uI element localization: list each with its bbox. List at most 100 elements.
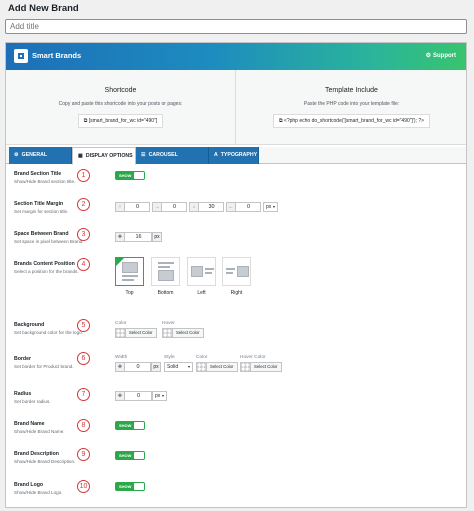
brand-description-row: Brand Description Show/Hide Brand Descri… [6, 448, 466, 468]
grid-icon: ▦ [78, 153, 83, 159]
position-label: Left [197, 290, 206, 296]
field-desc: Set space in pixel between Brand. [14, 239, 84, 244]
marker-6: 6 [77, 352, 90, 365]
margin-bottom-input[interactable]: ↓ 30 [189, 202, 224, 212]
image-icon [122, 262, 138, 273]
chevron-down-icon: ▾ [272, 204, 275, 209]
image-icon [191, 266, 203, 277]
chevron-down-icon: ▾ [161, 393, 164, 398]
title-input[interactable] [5, 19, 467, 34]
support-label: Support [433, 53, 456, 59]
border-width-unit: px [151, 362, 161, 372]
margin-top-input[interactable]: ↑ 0 [115, 202, 150, 212]
color-label: Color [115, 321, 127, 326]
margin-unit-select[interactable]: px ▾ [263, 202, 278, 212]
field-desc: Set border radius. [14, 399, 51, 404]
swatch [197, 363, 207, 371]
shortcode-code[interactable]: ⧉ [smart_brand_for_wc id="490"] [77, 114, 164, 128]
field-desc: Show/Hide Brand Name. [14, 429, 65, 434]
header-banner: Smart Brands ⚙ Support [6, 43, 466, 70]
brand-logo-toggle[interactable]: SHOW [115, 482, 145, 491]
text-line-icon [158, 266, 170, 268]
hover-color-label: Hover Color [240, 355, 266, 360]
template-include-desc: Paste the PHP code into your template fi… [303, 101, 400, 107]
position-label: Top [125, 290, 134, 296]
unit-value: px [266, 204, 272, 210]
toggle-knob [134, 422, 144, 429]
arrow-left-icon: ← [227, 203, 236, 211]
position-bottom-option[interactable] [151, 257, 180, 286]
brand-name-toggle[interactable]: SHOW [115, 421, 145, 430]
marker-5: 5 [77, 319, 90, 332]
space-between-input[interactable]: ✥ 16 [115, 232, 152, 242]
tab-label: TYPOGRAPHY [220, 152, 258, 158]
template-include-section: Template Include Paste the PHP code into… [237, 70, 466, 145]
background-hover-color-button[interactable]: Select Color [162, 328, 204, 338]
position-right-option[interactable] [222, 257, 251, 286]
value: 16 [135, 234, 142, 240]
toggle-text: SHOW [119, 423, 132, 428]
style-label: Style [164, 355, 175, 360]
border-width-input[interactable]: ✥ 0 [115, 362, 151, 372]
template-include-code[interactable]: ⧉ <?php echo do_shortcode('[smart_brand_… [272, 114, 431, 128]
border-row: Border Set border for Product brand. 6 W… [6, 351, 466, 375]
position-label: Right [230, 290, 243, 296]
tab-carousel-controls[interactable]: ☰ CAROUSEL CONTROLS [136, 147, 209, 175]
gear-icon: ⚙ [425, 53, 431, 59]
marker-9: 9 [77, 448, 90, 461]
field-desc: Show/Hide Brand Logo. [14, 490, 63, 495]
field-label: Brand Description [14, 451, 59, 457]
marker-2: 2 [77, 198, 90, 211]
brands-content-position-row: Brands Content Position Select a positio… [6, 257, 466, 309]
field-label: Brand Logo [14, 482, 44, 488]
marker-4: 4 [77, 258, 90, 271]
shortcode-desc: Copy and paste this shortcode into your … [58, 101, 183, 107]
image-icon [158, 270, 174, 281]
value: 0 [136, 393, 141, 399]
radius-unit-select[interactable]: px ▾ [152, 391, 167, 401]
copy-icon: ⧉ [83, 118, 88, 124]
toggle-text: SHOW [119, 484, 132, 489]
gear-icon: ⚙ [14, 152, 19, 158]
field-label: Radius [14, 391, 32, 397]
border-hover-color-button[interactable]: Select Color [240, 362, 282, 372]
tab-display-options[interactable]: ▦ DISPLAY OPTIONS [72, 147, 136, 165]
field-label: Section Title Margin [14, 201, 64, 207]
border-color-button[interactable]: Select Color [196, 362, 238, 372]
marker-8: 8 [77, 419, 90, 432]
button-text: Select Color [254, 364, 278, 369]
brand-section-title-toggle[interactable]: SHOW [115, 171, 145, 180]
brand-logo-row: Brand Logo Show/Hide Brand Logo. 10 SHOW [6, 480, 466, 500]
tab-typography[interactable]: A TYPOGRAPHY [209, 147, 259, 164]
border-style-select[interactable]: Solid ▾ [164, 362, 193, 372]
value: 0 [246, 204, 251, 210]
button-text: Select Color [210, 364, 234, 369]
background-color-button[interactable]: Select Color [115, 328, 157, 338]
swatch [163, 329, 173, 337]
field-label: Background [14, 322, 45, 328]
hover-label: Hover [162, 321, 175, 326]
width-label: Width [115, 355, 128, 360]
brand-description-toggle[interactable]: SHOW [115, 451, 145, 460]
position-top-option[interactable] [115, 257, 144, 286]
position-left-option[interactable] [187, 257, 216, 286]
toggle-knob [134, 172, 144, 179]
field-desc: Set border for Product brand. [14, 364, 74, 369]
move-icon: ✥ [116, 392, 125, 400]
marker-1: 1 [77, 169, 90, 182]
radius-input[interactable]: ✥ 0 [115, 391, 152, 401]
margin-left-input[interactable]: ← 0 [226, 202, 261, 212]
radius-row: Radius Set border radius. 7 ✥ 0 px ▾ [6, 388, 466, 408]
marker-10: 10 [77, 480, 90, 493]
text-line-icon [122, 275, 138, 277]
margin-right-input[interactable]: → 0 [152, 202, 187, 212]
move-icon: ✥ [116, 363, 125, 371]
page-title: Add New Brand [8, 3, 79, 14]
support-link[interactable]: ⚙ Support [426, 52, 456, 59]
field-desc: Show/Hide Brand Description. [14, 459, 76, 464]
text-line-icon [122, 279, 134, 281]
tab-general-options[interactable]: ⚙ GENERAL OPTIONS [9, 147, 72, 175]
copy-icon: ⧉ [278, 118, 283, 124]
field-label: Brand Section Title [14, 171, 62, 177]
space-between-brand-row: Space Between Brand Set space in pixel b… [6, 227, 466, 247]
